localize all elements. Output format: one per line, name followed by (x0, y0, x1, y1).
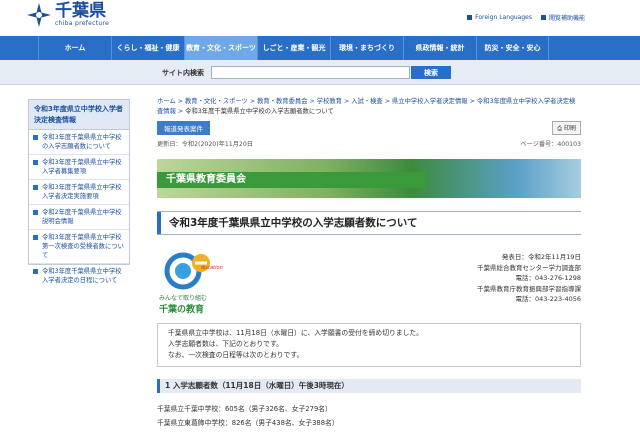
release-date: 発表日：令和2年11月19日 (501, 253, 581, 261)
breadcrumb-link[interactable]: 教育・教育委員会 (257, 98, 307, 105)
applicant-count: 千葉県立千葉中学校：605名（男子326名、女子279名） (157, 405, 332, 413)
contact-phone: 電話：043-223-4056 (515, 295, 581, 303)
sidebar-item[interactable]: 令和2年度千葉県県立中学校説明会情報 (29, 205, 129, 230)
nav-item-living[interactable]: くらし・福祉・健康 (111, 36, 184, 60)
nav-item-environment[interactable]: 環境・まちづくり (330, 36, 403, 60)
notice-box: 千葉県県立中学校は、11月18日（水曜日）に、入学願書の受付を締め切りました。 … (157, 323, 581, 367)
print-button[interactable]: ⎙ 印刷 (552, 121, 581, 135)
breadcrumb-link[interactable]: 県立中学校入学者決定情報 (392, 98, 468, 105)
accessibility-icon (540, 15, 546, 20)
breadcrumb-link[interactable]: 入試・検査 (351, 98, 382, 105)
accessibility-link[interactable]: 閲覧補助機能 (540, 13, 585, 22)
sidebar-item[interactable]: 令和3年度千葉県県立中学校入学者決定実施要項 (29, 180, 129, 205)
nav-item-work[interactable]: しごと・産業・観光 (257, 36, 330, 60)
notice-line: なお、一次検査の日程等は次のとおりです。 (168, 351, 304, 359)
global-nav: ホーム くらし・福祉・健康 教育・文化・スポーツ しごと・産業・観光 環境・まち… (0, 36, 640, 60)
bullet-icon (33, 135, 38, 140)
sidebar: 令和3年度県立中学校入学者決定検査情報 令和3年度千葉県県立中学校の入学志願者数… (28, 99, 130, 284)
search-button[interactable]: 検索 (411, 66, 451, 79)
contact-info: 発表日：令和2年11月19日 千葉県総合教育センター学力調査部 電話：043-2… (477, 252, 581, 305)
site-header: 千葉県 chiba prefecture Foreign Languages 閲… (0, 0, 640, 36)
print-icon: ⎙ (557, 125, 564, 132)
globe-icon (467, 15, 473, 20)
breadcrumb-link[interactable]: ホーム (157, 98, 176, 105)
logo-title: 千葉県 (55, 1, 106, 21)
sidebar-item[interactable]: 令和3年度千葉県県立中学校入学者募集要項 (29, 155, 129, 180)
bullet-icon (33, 185, 38, 190)
contact-phone: 電話：043-276-1298 (515, 274, 581, 282)
breadcrumb-link[interactable]: 学校教育 (317, 98, 342, 105)
sidebar-item[interactable]: 令和3年度千葉県県立中学校第一次検査の受検者数について (29, 230, 129, 264)
bullet-icon (33, 210, 38, 215)
edu-logo-caption: みんなで取り組む (159, 295, 208, 302)
notice-line: 入学志願者数は、下記のとおりです。 (168, 340, 283, 348)
contact-dept: 千葉県教育庁教育振興部学習指導課 (477, 284, 581, 293)
breadcrumb-current: 令和3年度千葉県県立中学校の入学志願者数について (185, 108, 334, 115)
applicant-count: 千葉県立東葛飾中学校：826名（男子438名、女子388名） (157, 419, 339, 427)
bullet-icon (33, 160, 38, 165)
sidebar-heading[interactable]: 令和3年度県立中学校入学者決定検査情報 (29, 100, 129, 130)
edu-logo-name: 千葉の教育 (159, 305, 205, 315)
sidebar-item[interactable]: 令和3年度千葉県県立中学校の入学志願者数について (29, 130, 129, 155)
site-logo[interactable]: 千葉県 chiba prefecture (27, 3, 109, 27)
search-input[interactable] (211, 66, 410, 79)
breadcrumb: ホーム > 教育・文化・スポーツ > 教育・教育委員会 > 学校教育 > 入試・… (157, 98, 576, 115)
site-search-bar: サイト内検索 検索 (0, 60, 640, 85)
foreign-languages-link[interactable]: Foreign Languages (467, 13, 532, 22)
edu-logo-badge: ducation (201, 265, 223, 271)
page-number: ページ番号：400103 (520, 141, 581, 148)
nav-item-government[interactable]: 県政情報・統計 (403, 36, 476, 60)
breadcrumb-link[interactable]: 教育・文化・スポーツ (185, 98, 248, 105)
nav-item-education[interactable]: 教育・文化・スポーツ (184, 36, 257, 60)
page-title: 令和3年度千葉県県立中学校の入学志願者数について (157, 211, 581, 235)
page-meta: 更新日：令和2(2020)年11月20日 ページ番号：400103 (157, 139, 581, 148)
nav-item-home[interactable]: ホーム (38, 36, 111, 60)
bullet-icon (33, 269, 38, 274)
press-release-button[interactable]: 報道発表案件 (157, 121, 210, 135)
sidebar-item[interactable]: 令和3年度千葉県県立中学校入学者決定の日程について (29, 264, 129, 288)
main-content: ホーム > 教育・文化・スポーツ > 教育・教育委員会 > 学校教育 > 入試・… (157, 97, 581, 427)
section-heading: 1 入学志願者数（11月18日（水曜日）午後3時現在） (157, 379, 581, 393)
contact-dept: 千葉県総合教育センター学力調査部 (477, 263, 581, 272)
chiba-logo-icon (27, 3, 51, 27)
notice-line: 千葉県県立中学校は、11月18日（水曜日）に、入学願書の受付を締め切りました。 (168, 329, 423, 337)
board-banner: 千葉県教育委員会 (157, 159, 581, 198)
banner-title: 千葉県教育委員会 (157, 172, 426, 188)
logo-subtitle: chiba prefecture (55, 20, 110, 27)
nav-item-safety[interactable]: 防災・安全・安心 (476, 36, 549, 60)
bullet-icon (33, 235, 38, 240)
updated-date: 更新日：令和2(2020)年11月20日 (157, 141, 253, 148)
header-tools: Foreign Languages 閲覧補助機能 (467, 13, 585, 22)
search-label: サイト内検索 (162, 69, 204, 77)
